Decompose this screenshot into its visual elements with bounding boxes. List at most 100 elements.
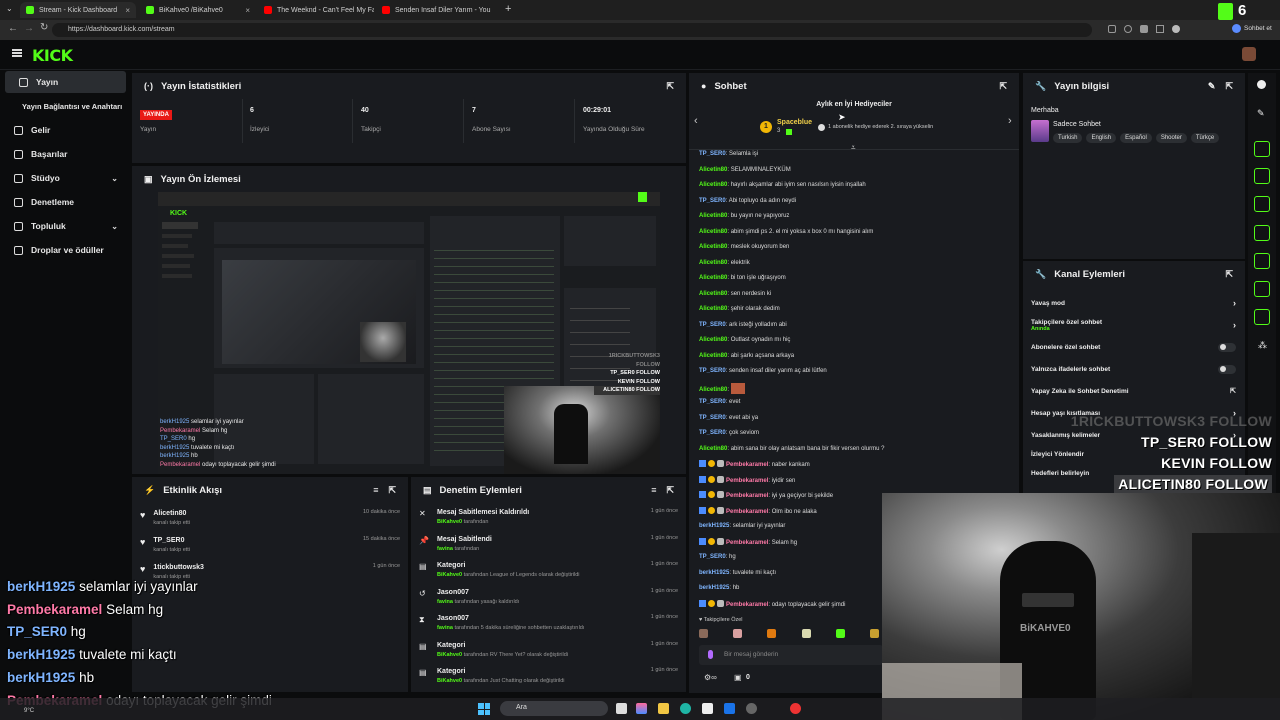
chat-username[interactable]: Alicetin80	[699, 306, 727, 312]
browser-tab[interactable]: Stream - Kick Dashboard ×	[20, 2, 136, 18]
record-icon[interactable]	[790, 703, 801, 714]
moderation-user[interactable]: favina	[437, 599, 453, 605]
taskview-icon[interactable]	[616, 703, 627, 714]
rail-button-6[interactable]	[1254, 281, 1270, 297]
popout-icon[interactable]: ⇱	[999, 81, 1007, 92]
filter-icon[interactable]: ≡	[651, 485, 656, 495]
channel-action[interactable]: Takipçilere özel sohbet Anında ›	[1031, 315, 1236, 335]
edge-icon[interactable]	[680, 703, 691, 714]
chevron-down-icon[interactable]: ⌄	[111, 222, 118, 231]
user-avatar[interactable]	[1242, 47, 1256, 61]
sidebar-item[interactable]: Başarılar	[0, 143, 126, 165]
chat-username[interactable]: Alicetin80	[699, 260, 727, 266]
chat-username[interactable]: Alicetin80	[699, 213, 727, 219]
chat-username[interactable]: Alicetin80	[699, 182, 727, 188]
chat-username[interactable]: TP_SER0	[699, 368, 726, 374]
sidebar-item[interactable]: Droplar ve ödüller	[0, 239, 126, 261]
chat-username[interactable]: TP_SER0	[699, 554, 726, 560]
chevron-down-icon[interactable]: ⌄	[111, 174, 118, 183]
rail-button-1[interactable]	[1254, 141, 1270, 157]
chat-username[interactable]: TP_SER0	[699, 399, 726, 405]
settings-icon[interactable]	[746, 703, 757, 714]
filter-icon[interactable]: ≡	[373, 485, 378, 495]
browser-tab[interactable]: The Weeknd - Can't Feel My Face×	[258, 2, 374, 18]
external-link-icon[interactable]: ⇱	[1230, 387, 1236, 395]
chat-username[interactable]: Alicetin80	[699, 387, 727, 393]
sidebar-item[interactable]: Yayın	[5, 71, 126, 93]
sidebar-item[interactable]: Denetleme	[0, 191, 126, 213]
store-icon[interactable]	[702, 703, 713, 714]
chat-username[interactable]: Alicetin80	[699, 337, 727, 343]
toggle-switch[interactable]	[1218, 342, 1236, 352]
moderation-user[interactable]: favina	[437, 546, 453, 552]
chat-username[interactable]: Pembekaramel	[726, 462, 768, 468]
rail-button-2[interactable]	[1254, 168, 1270, 184]
expand-icon[interactable]: ⇱	[388, 485, 396, 496]
chat-username[interactable]: Pembekaramel	[726, 602, 768, 608]
reload-icon[interactable]: ↻	[40, 22, 48, 33]
moderation-user[interactable]: BiKahve0	[437, 519, 462, 525]
sidebar-item[interactable]: Yayın Bağlantısı ve Anahtarı	[0, 95, 126, 117]
rail-more-icon[interactable]: ⁂	[1258, 340, 1267, 351]
expand-icon[interactable]: ⇱	[1225, 81, 1233, 92]
chat-username[interactable]: Alicetin80	[699, 353, 727, 359]
explorer-icon[interactable]	[658, 703, 669, 714]
chevron-right-icon[interactable]: ›	[1233, 298, 1236, 308]
new-tab-button[interactable]: +	[505, 3, 511, 15]
chat-username[interactable]: Pembekaramel	[726, 540, 768, 546]
expand-icon[interactable]: ⇱	[666, 485, 674, 496]
mic-icon[interactable]	[708, 650, 713, 659]
chat-username[interactable]: berkH1925	[699, 585, 729, 591]
channel-action[interactable]: Yapay Zeka ile Sohbet Denetimi ⇱	[1031, 381, 1236, 401]
stream-tag[interactable]: Español	[1120, 133, 1152, 143]
chevron-right-icon[interactable]: ›	[1233, 320, 1236, 330]
chat-username[interactable]: Alicetin80	[699, 291, 727, 297]
tab-close-icon[interactable]: ×	[245, 6, 250, 15]
sidebar-item[interactable]: Stüdyo ⌄	[0, 167, 126, 189]
chat-username[interactable]: Alicetin80	[699, 275, 727, 281]
chat-username[interactable]: Pembekaramel	[726, 478, 768, 484]
tab-close-icon[interactable]: ×	[125, 6, 130, 15]
start-icon[interactable]	[478, 703, 490, 715]
collapse-gifters-icon[interactable]: ⩡	[851, 143, 856, 153]
browser-tab[interactable]: Senden Insaf Diler Yarım - You×	[376, 2, 492, 18]
sidebar-item[interactable]: Gelir	[0, 119, 126, 141]
kick-logo[interactable]: KICK	[32, 46, 73, 65]
chat-username[interactable]: berkH1925	[699, 523, 729, 529]
chat-username[interactable]: TP_SER0	[699, 198, 726, 204]
chat-username[interactable]: Alicetin80	[699, 229, 727, 235]
stream-tag[interactable]: Türkçe	[1190, 133, 1220, 143]
edit-icon[interactable]: ✎	[1208, 81, 1216, 92]
profile-chip[interactable]: Sohbet et	[1232, 24, 1272, 33]
chat-username[interactable]: Pembekaramel	[726, 493, 768, 499]
sidebar-item[interactable]: Topluluk ⌄	[0, 215, 126, 237]
stream-tag[interactable]: English	[1086, 133, 1117, 143]
expand-icon[interactable]: ⇱	[666, 81, 674, 92]
pencil-rail-icon[interactable]: ✎	[1257, 108, 1265, 119]
rail-button-3[interactable]	[1254, 196, 1270, 212]
address-input[interactable]	[52, 23, 1092, 37]
gifters-next-button[interactable]: ›	[1008, 115, 1012, 127]
back-icon[interactable]: ←	[8, 23, 18, 34]
moderation-user[interactable]: BiKahve0	[437, 652, 462, 658]
emote-bar[interactable]	[699, 629, 879, 639]
mail-icon[interactable]	[724, 703, 735, 714]
extensions-icons[interactable]	[1108, 25, 1208, 35]
chat-username[interactable]: Alicetin80	[699, 167, 727, 173]
tab-list-button[interactable]: ⌄	[6, 4, 18, 16]
stream-tag[interactable]: Shooter	[1155, 133, 1187, 143]
expand-icon[interactable]: ⇱	[1225, 269, 1233, 280]
channel-action[interactable]: Yalnızca ifadelerle sohbet	[1031, 359, 1236, 379]
moderation-user[interactable]: favina	[437, 625, 453, 631]
chat-username[interactable]: berkH1925	[699, 570, 729, 576]
stream-preview-video[interactable]: KICK berkH1925 selamlar iyi yayınlar Pem…	[158, 192, 660, 474]
browser-tab[interactable]: BiKahve0 /BiKahve0 ×	[140, 2, 256, 18]
chat-username[interactable]: TP_SER0	[699, 322, 726, 328]
rail-button-5[interactable]	[1254, 253, 1270, 269]
rail-button-4[interactable]	[1254, 225, 1270, 241]
info-rail-icon[interactable]	[1257, 80, 1266, 89]
chat-username[interactable]: TP_SER0	[699, 415, 726, 421]
chat-username[interactable]: TP_SER0	[699, 430, 726, 436]
moderation-user[interactable]: BiKahve0	[437, 678, 462, 684]
chat-username[interactable]: TP_SER0	[699, 151, 726, 157]
